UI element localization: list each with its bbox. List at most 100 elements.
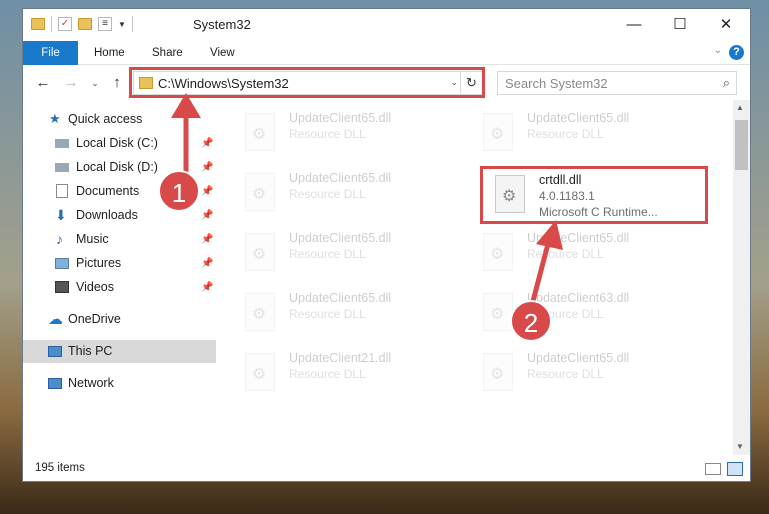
documents-icon [56, 184, 68, 198]
refresh-icon[interactable]: ↻ [460, 72, 482, 94]
step-2-badge: 2 [510, 300, 552, 342]
file-item-crtdll[interactable]: crtdll.dll 4.0.1183.1 Microsoft C Runtim… [483, 167, 713, 223]
navigation-bar: ← → ⌄ ↑ C:\Windows\System32 ⌄ ↻ Search S… [23, 66, 750, 100]
sidebar-item-label: Documents [76, 184, 140, 198]
up-button[interactable]: ↑ [107, 73, 127, 93]
help-icon[interactable]: ? [729, 45, 744, 60]
file-name: UpdateClient65.dll [527, 231, 630, 245]
customize-view-icon[interactable]: ≡ [98, 17, 112, 31]
sidebar-item-this-pc[interactable]: This PC [23, 340, 216, 363]
chevron-down-icon[interactable]: ⌄ [450, 77, 458, 88]
sidebar-item-pictures[interactable]: Pictures 📌 [23, 252, 216, 275]
pin-icon[interactable]: 📌 [201, 204, 213, 227]
file-item[interactable]: UpdateClient65.dll Resource DLL [233, 105, 463, 161]
recent-locations-icon[interactable]: ⌄ [85, 73, 105, 93]
file-item[interactable]: UpdateClient65.dll Resource DLL [471, 105, 701, 161]
file-type: Resource DLL [527, 367, 604, 381]
tab-share[interactable]: Share [139, 41, 196, 65]
forward-button[interactable]: → [61, 73, 81, 93]
step-1-badge: 1 [158, 170, 200, 212]
file-item[interactable]: UpdateClient65.dll Resource DLL [471, 225, 701, 281]
pin-icon[interactable]: 📌 [201, 252, 213, 275]
star-icon: ★ [49, 111, 61, 126]
file-item[interactable]: UpdateClient65.dll Resource DLL [471, 345, 701, 401]
pin-icon[interactable]: 📌 [201, 228, 213, 251]
scroll-down-icon[interactable]: ▼ [736, 442, 744, 451]
sidebar-item-onedrive[interactable]: ☁ OneDrive [23, 308, 216, 331]
dll-file-icon [245, 113, 275, 151]
videos-icon [55, 281, 69, 293]
search-input[interactable]: Search System32 [505, 76, 608, 91]
pin-icon[interactable]: 📌 [201, 132, 213, 155]
tab-view[interactable]: View [197, 41, 248, 65]
pin-icon[interactable]: 📌 [201, 156, 213, 179]
navigation-pane: ★ Quick access Local Disk (C:) 📌 Local D… [23, 105, 216, 455]
address-bar[interactable]: C:\Windows\System32 ⌄ ↻ [133, 71, 483, 95]
maximize-button[interactable]: ☐ [657, 9, 703, 41]
sidebar-item-music[interactable]: ♪ Music 📌 [23, 228, 216, 251]
divider [51, 16, 52, 32]
file-name: UpdateClient65.dll [289, 171, 392, 185]
drive-icon [55, 163, 69, 172]
new-folder-icon[interactable] [78, 18, 92, 30]
dll-file-icon [495, 175, 525, 213]
file-item[interactable]: UpdateClient65.dll Resource DLL [233, 225, 463, 281]
file-name: UpdateClient65.dll [527, 351, 630, 365]
dll-file-icon [483, 113, 513, 151]
file-item[interactable]: UpdateClient63.dll Resource DLL [471, 285, 701, 341]
scroll-up-icon[interactable]: ▲ [736, 103, 744, 112]
search-icon[interactable]: ⌕ [723, 75, 730, 91]
search-box[interactable]: Search System32 ⌕ [497, 71, 737, 95]
title-bar: ✓ ≡ ▼ System32 — ☐ ✕ [23, 9, 750, 41]
pictures-icon [55, 258, 69, 269]
properties-icon[interactable]: ✓ [58, 17, 72, 31]
cloud-icon: ☁ [48, 311, 63, 328]
address-path[interactable]: C:\Windows\System32 [158, 76, 289, 91]
dll-file-icon [483, 233, 513, 271]
file-type: Resource DLL [527, 247, 604, 261]
sidebar-item-label: OneDrive [68, 312, 121, 326]
item-count: 195 items [35, 462, 85, 474]
sidebar-item-label: Local Disk (C:) [76, 136, 158, 150]
sidebar-item-label: Music [76, 232, 109, 246]
expand-ribbon-icon[interactable]: ⌄ [714, 45, 722, 56]
tab-home[interactable]: Home [81, 41, 138, 65]
file-name: UpdateClient65.dll [289, 111, 392, 125]
dll-file-icon [483, 353, 513, 391]
file-type: Resource DLL [289, 187, 366, 201]
sidebar-item-videos[interactable]: Videos 📌 [23, 276, 216, 299]
file-type: Resource DLL [289, 247, 366, 261]
divider [131, 16, 133, 32]
sidebar-item-network[interactable]: Network [23, 372, 216, 395]
back-button[interactable]: ← [33, 73, 53, 93]
file-version: 4.0.1183.1 [539, 189, 595, 203]
pin-icon[interactable]: 📌 [201, 180, 213, 203]
file-explorer-window: ✓ ≡ ▼ System32 — ☐ ✕ File Home Share Vie… [22, 8, 751, 482]
network-icon [48, 378, 62, 389]
file-item[interactable]: UpdateClient65.dll Resource DLL [233, 285, 463, 341]
dll-file-icon [245, 173, 275, 211]
dll-file-icon [483, 293, 513, 331]
tab-file[interactable]: File [23, 41, 78, 65]
file-item[interactable]: UpdateClient65.dll Resource DLL [233, 165, 463, 221]
vertical-scrollbar[interactable]: ▲ ▼ [733, 100, 750, 455]
file-item[interactable]: UpdateClient21.dll Resource DLL [233, 345, 463, 401]
scrollbar-thumb[interactable] [735, 120, 748, 170]
pin-icon[interactable]: 📌 [201, 276, 213, 299]
file-description: Microsoft C Runtime... [539, 205, 658, 219]
chevron-down-icon[interactable]: ▼ [118, 20, 126, 29]
sidebar-item-local-disk-c[interactable]: Local Disk (C:) 📌 [23, 132, 216, 155]
file-name: UpdateClient65.dll [527, 111, 630, 125]
file-name: crtdll.dll [539, 173, 582, 187]
close-button[interactable]: ✕ [703, 9, 749, 41]
window-title: System32 [193, 17, 251, 32]
sidebar-item-label: Local Disk (D:) [76, 160, 158, 174]
file-name: UpdateClient65.dll [289, 291, 392, 305]
sidebar-item-label: Downloads [76, 208, 138, 222]
minimize-button[interactable]: — [611, 9, 657, 41]
folder-icon [139, 77, 153, 89]
large-icons-view-icon[interactable] [727, 462, 743, 476]
sidebar-item-quick-access[interactable]: ★ Quick access [23, 108, 216, 131]
computer-icon [48, 346, 62, 357]
details-view-icon[interactable] [705, 463, 721, 475]
